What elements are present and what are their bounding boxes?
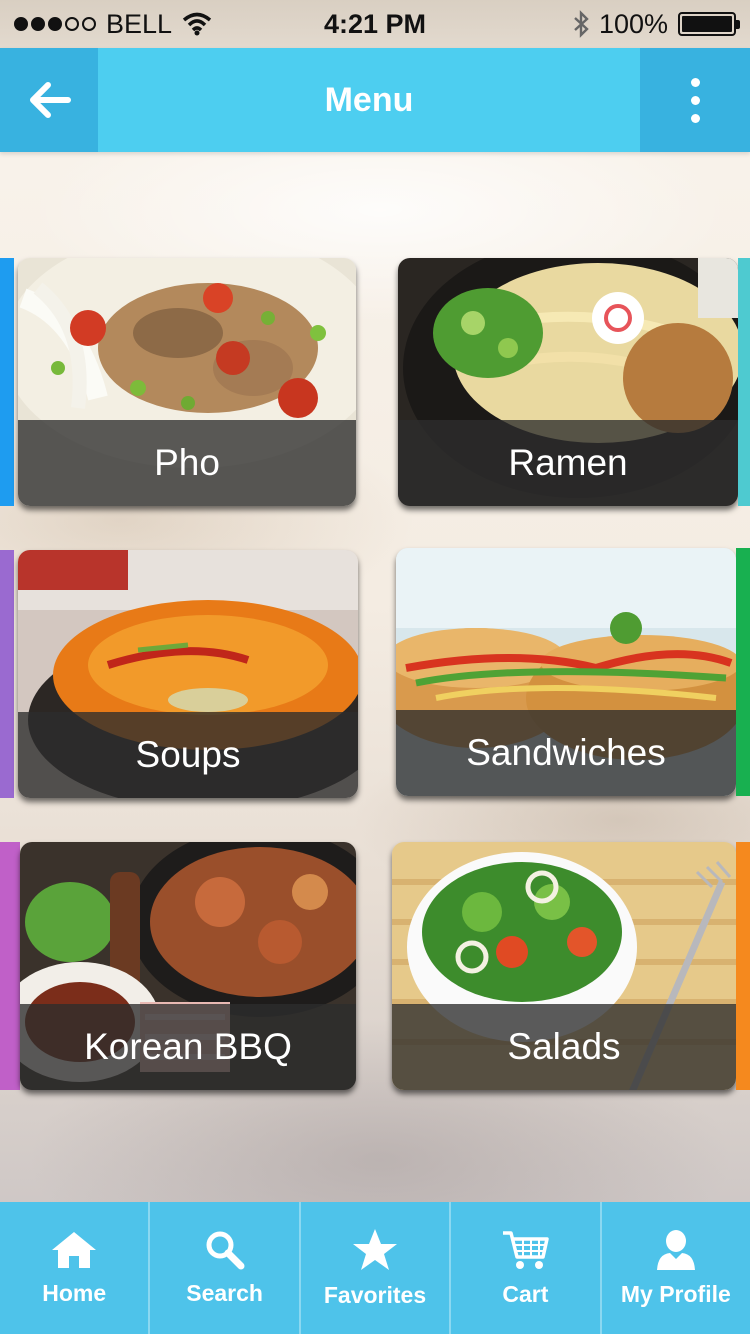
tab-cart[interactable]: Cart [451,1202,602,1334]
bluetooth-icon [574,10,589,38]
category-tile-soups[interactable]: Soups [18,550,358,798]
tab-label: Favorites [323,1281,427,1308]
star-icon [353,1228,398,1270]
category-tile-pho[interactable]: Pho [18,258,356,506]
category-label: Korean BBQ [20,1004,356,1090]
category-label: Pho [18,420,356,506]
battery-percentage: 100% [598,8,668,39]
tab-search[interactable]: Search [150,1202,301,1334]
user-icon [656,1229,695,1270]
status-bar: BELL 4:21 PM 100% [0,0,750,48]
search-icon [206,1231,245,1269]
bottom-tab-bar: Home Search Favorites Cart My Profile [0,1202,750,1334]
accent-bar-ramen [738,258,750,506]
navigation-bar: Menu [0,48,750,152]
tab-label: Search [186,1279,263,1306]
category-tile-korean-bbq[interactable]: Korean BBQ [20,842,356,1090]
signal-strength-icon [14,17,96,31]
tab-favorites[interactable]: Favorites [301,1202,452,1334]
category-label: Soups [18,712,358,798]
accent-bar-pho [0,258,14,506]
accent-bar-salads [736,842,750,1090]
category-tile-ramen[interactable]: Ramen [398,258,738,506]
tab-home[interactable]: Home [0,1202,151,1334]
accent-bar-korean-bbq [0,842,20,1090]
more-vertical-icon [690,77,700,123]
category-tile-sandwiches[interactable]: Sandwiches [396,548,736,796]
accent-bar-sandwiches [736,548,750,796]
page-title: Menu [324,81,414,119]
category-label: Sandwiches [396,710,736,796]
accent-bar-soups [0,550,14,798]
tab-label: Cart [502,1280,549,1307]
arrow-left-icon [30,82,71,118]
category-tile-salads[interactable]: Salads [392,842,736,1090]
home-icon [52,1231,97,1268]
category-label: Ramen [398,420,738,506]
cart-icon [503,1230,550,1269]
tab-label: My Profile [620,1280,731,1307]
tab-my-profile[interactable]: My Profile [602,1202,750,1334]
more-options-button[interactable] [640,48,750,152]
category-label: Salads [392,1004,736,1090]
carrier-name: BELL [106,8,173,39]
battery-icon [678,12,740,36]
back-button[interactable] [0,48,98,152]
wifi-icon [182,12,212,36]
tab-label: Home [42,1279,107,1306]
